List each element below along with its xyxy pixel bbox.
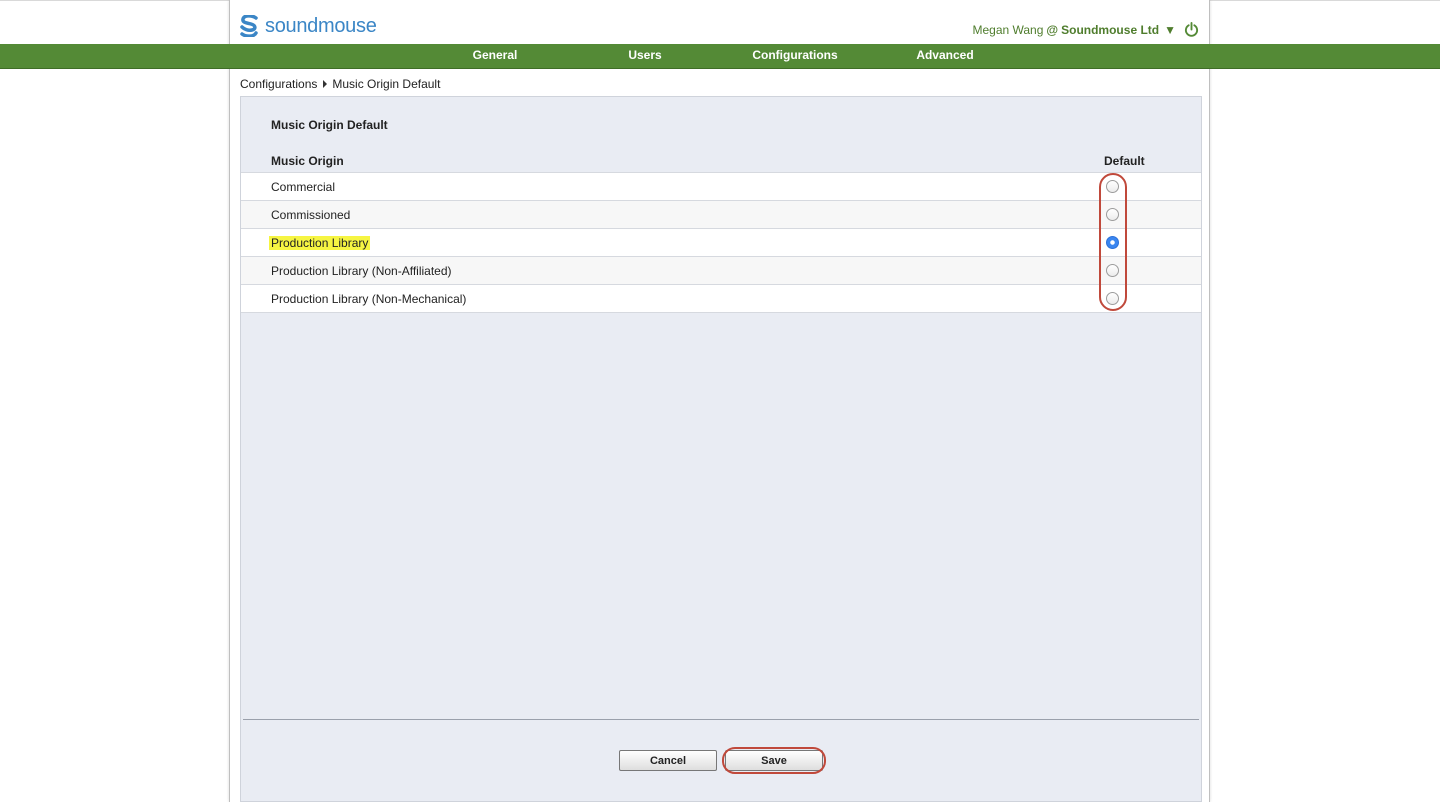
row-label: Production Library (Non-Mechanical) [271, 292, 467, 306]
panel-title: Music Origin Default [271, 118, 388, 132]
breadcrumb-parent[interactable]: Configurations [240, 77, 317, 91]
nav-advanced[interactable]: Advanced [885, 44, 1005, 68]
chevron-right-icon [323, 80, 328, 88]
user-name: Megan Wang [972, 22, 1044, 37]
row-label: Commissioned [271, 208, 351, 222]
nav-users[interactable]: Users [585, 44, 705, 68]
logo-text: soundmouse [265, 14, 377, 37]
user-at-sign: @ [1046, 22, 1059, 37]
nav-configurations[interactable]: Configurations [735, 44, 855, 68]
save-button[interactable]: Save [725, 750, 823, 771]
default-radio[interactable] [1106, 180, 1119, 193]
row-label: Commercial [271, 180, 336, 194]
soundmouse-logo-icon [240, 15, 258, 37]
default-radio[interactable] [1106, 208, 1119, 221]
row-label: Production Library (Non-Affiliated) [271, 264, 452, 278]
default-radio[interactable] [1106, 264, 1119, 277]
cancel-button[interactable]: Cancel [619, 750, 717, 771]
table-row: Production Library (Non-Mechanical) [241, 285, 1201, 313]
table-row: Commissioned [241, 201, 1201, 229]
music-origin-panel: Music Origin Default Music Origin Defaul… [240, 96, 1202, 802]
column-header-default: Default [1104, 154, 1145, 168]
footer-divider [243, 719, 1199, 720]
table-row: Production Library [241, 229, 1201, 257]
default-radio-selected[interactable] [1106, 236, 1119, 249]
breadcrumb: Configurations Music Origin Default [240, 77, 440, 91]
logo[interactable]: soundmouse [240, 13, 377, 39]
column-header-music-origin: Music Origin [271, 154, 344, 168]
user-menu[interactable]: Megan Wang @ Soundmouse Ltd ▼ [972, 22, 1199, 37]
music-origin-table: Commercial Commissioned Production Libra… [241, 172, 1201, 313]
breadcrumb-current: Music Origin Default [332, 77, 441, 91]
table-row: Commercial [241, 173, 1201, 201]
main-nav: General Users Configurations Advanced [0, 44, 1440, 69]
default-radio[interactable] [1106, 292, 1119, 305]
user-company: Soundmouse Ltd [1061, 22, 1160, 37]
power-icon[interactable] [1184, 22, 1199, 37]
nav-general[interactable]: General [435, 44, 555, 68]
table-row: Production Library (Non-Affiliated) [241, 257, 1201, 285]
chevron-down-icon[interactable]: ▼ [1164, 23, 1176, 37]
row-label-highlighted: Production Library [269, 236, 371, 250]
